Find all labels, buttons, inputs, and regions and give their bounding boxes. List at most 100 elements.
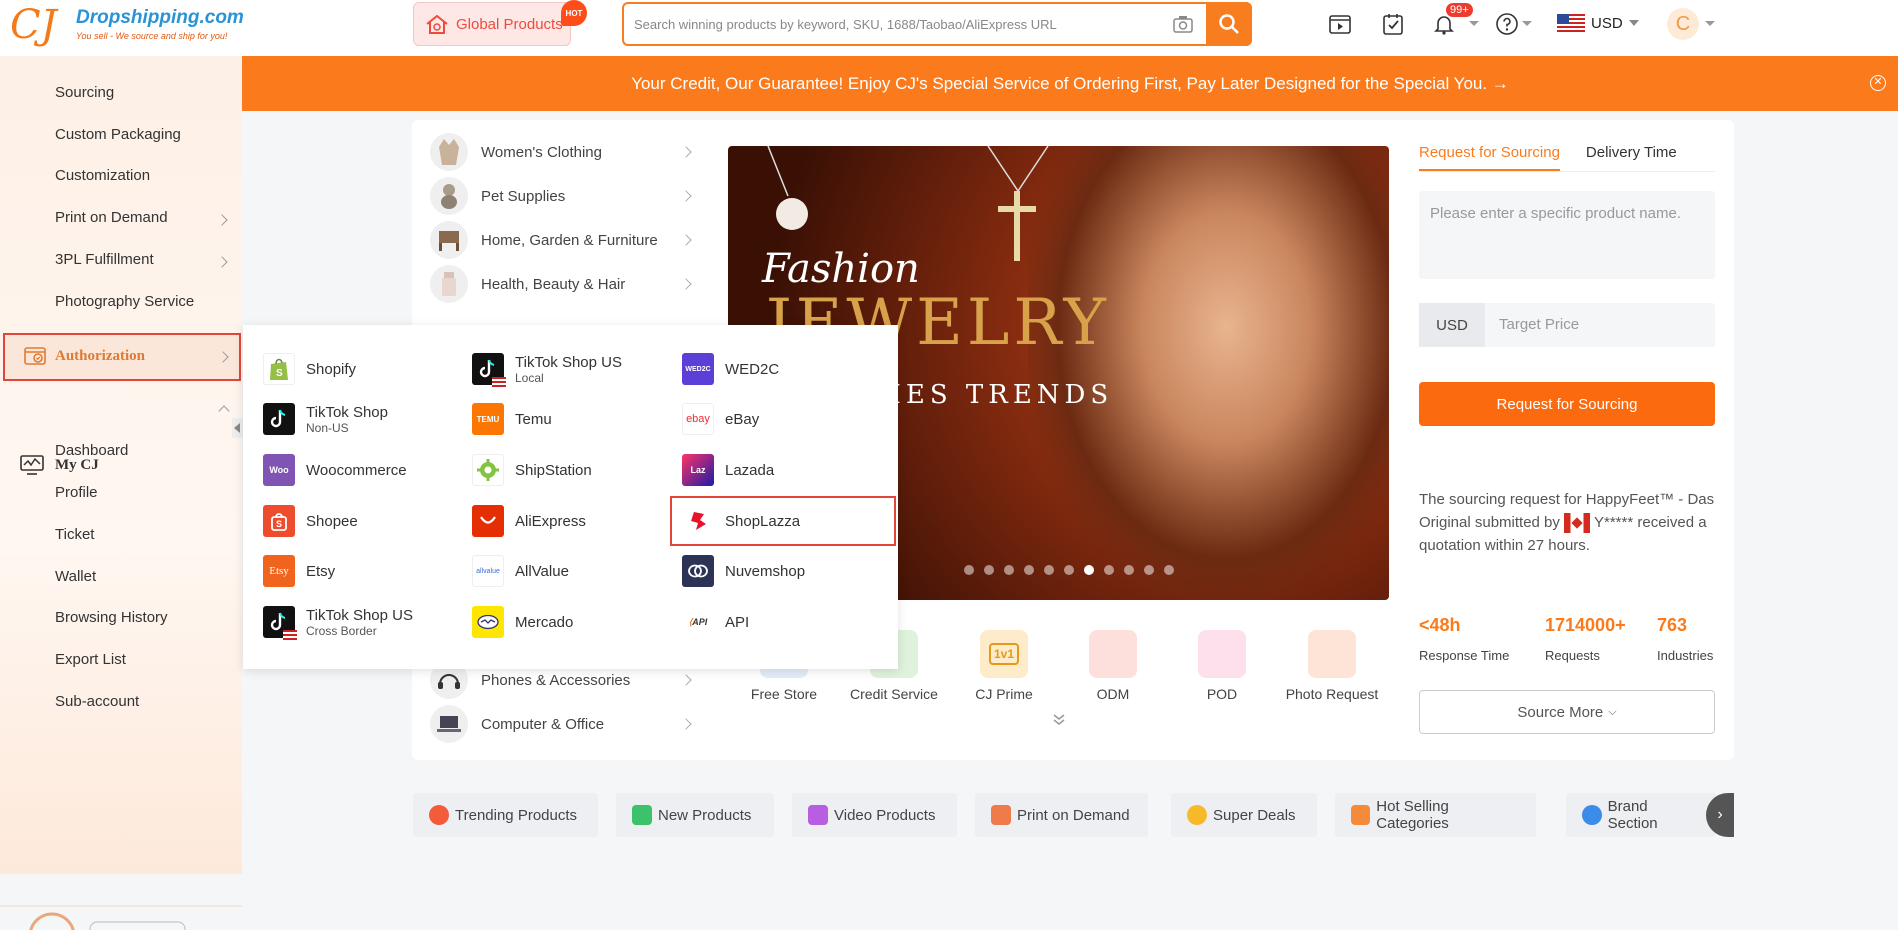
platform-ebay[interactable]: ebay eBay <box>682 401 882 437</box>
chevron-down-icon[interactable] <box>1468 18 1480 30</box>
platform-shopee[interactable]: S Shopee <box>263 503 463 539</box>
platform-name: API <box>725 613 750 631</box>
platform-mercado[interactable]: Mercado <box>472 604 672 640</box>
chevron-right-icon <box>680 278 692 290</box>
sidebar-item-print-on-demand[interactable]: Print on Demand <box>55 209 168 226</box>
carousel-dot[interactable] <box>1084 565 1094 575</box>
stat-response-time: <48h Response Time <box>1419 615 1509 663</box>
us-flag-icon <box>283 630 297 640</box>
platform-api[interactable]: ⟨ API API <box>682 604 882 640</box>
global-products-button[interactable]: Global Products <box>413 2 571 46</box>
sidebar-item-ticket[interactable]: Ticket <box>55 526 94 543</box>
platform-tiktok-shop-non-us[interactable]: TikTok Shop Non-US <box>263 401 463 437</box>
platform-aliexpress[interactable]: AliExpress <box>472 503 672 539</box>
sidebar-item-photography-service[interactable]: Photography Service <box>55 293 194 310</box>
sidebar-item-sourcing[interactable]: Sourcing <box>55 84 114 101</box>
sidebar-item-3pl-fulfillment[interactable]: 3PL Fulfillment <box>55 251 154 268</box>
chevron-down-icon[interactable] <box>1521 18 1533 30</box>
platform-nuvemshop[interactable]: Nuvemshop <box>682 553 882 589</box>
sidebar-item-sub-account[interactable]: Sub-account <box>55 693 139 710</box>
carousel-dot[interactable] <box>1024 565 1034 575</box>
mercado-icon <box>472 606 504 638</box>
category-health-beauty-hair[interactable]: Health, Beauty & Hair <box>430 264 700 304</box>
platform-temu[interactable]: TEMU Temu <box>472 401 672 437</box>
video-icon <box>808 805 828 825</box>
grid-icon <box>1351 805 1371 825</box>
carousel-dot[interactable] <box>964 565 974 575</box>
sidebar-item-wallet[interactable]: Wallet <box>55 568 96 585</box>
category-pet-supplies[interactable]: Pet Supplies <box>430 176 700 216</box>
carousel-dot[interactable] <box>1044 565 1054 575</box>
currency-selector[interactable]: USD <box>1557 14 1639 32</box>
source-more-button[interactable]: Source More ⌵ <box>1419 690 1715 734</box>
category-home-garden-furniture[interactable]: Home, Garden & Furniture <box>430 220 700 260</box>
service-pod[interactable]: POD <box>1172 630 1272 702</box>
tab-delivery-time[interactable]: Delivery Time <box>1586 144 1677 171</box>
platform-lazada[interactable]: Laz Lazada <box>682 452 882 488</box>
service-cj-prime[interactable]: 1v1 CJ Prime <box>954 630 1054 702</box>
sidebar-item-dashboard[interactable]: Dashboard <box>55 442 128 459</box>
platform-shipstation[interactable]: ShipStation <box>472 452 672 488</box>
stat-label: Industries <box>1657 648 1714 663</box>
carousel-dot[interactable] <box>1144 565 1154 575</box>
tab-super-deals[interactable]: Super Deals <box>1171 793 1317 837</box>
chevron-down-icon[interactable] <box>1704 18 1716 30</box>
help-icon[interactable] <box>1495 12 1519 36</box>
carousel-dot[interactable] <box>1164 565 1174 575</box>
platform-name: Lazada <box>725 461 775 479</box>
search-button[interactable] <box>1206 2 1252 46</box>
sourcing-tabs: Request for Sourcing Delivery Time <box>1419 144 1677 171</box>
tab-print-on-demand[interactable]: Print on Demand <box>975 793 1148 837</box>
service-odm[interactable]: ODM <box>1063 630 1163 702</box>
cross-necklace-image <box>987 146 1049 261</box>
close-icon[interactable]: ✕ <box>1870 75 1886 91</box>
sidebar-item-authorization[interactable]: Authorization <box>3 333 241 381</box>
sidebar-item-export-list[interactable]: Export List <box>55 651 126 668</box>
chevron-up-icon[interactable] <box>218 405 230 417</box>
service-label: POD <box>1206 686 1238 702</box>
target-price-field[interactable]: USD Target Price <box>1419 303 1715 347</box>
camera-icon[interactable] <box>1172 14 1194 34</box>
carousel-dot[interactable] <box>1124 565 1134 575</box>
sidebar-item-customization[interactable]: Customization <box>55 167 150 184</box>
search-input[interactable]: Search winning products by keyword, SKU,… <box>634 17 1057 32</box>
platform-shopify[interactable]: S Shopify <box>263 351 463 387</box>
svg-text:S: S <box>276 368 283 379</box>
logo[interactable]: CJ Dropshipping.com You sell - We source… <box>10 2 244 54</box>
tab-hot-selling-categories[interactable]: Hot Selling Categories <box>1335 793 1536 837</box>
sidebar-item-custom-packaging[interactable]: Custom Packaging <box>55 126 181 143</box>
video-icon[interactable] <box>1328 12 1352 36</box>
tab-request-sourcing[interactable]: Request for Sourcing <box>1419 144 1560 171</box>
request-sourcing-button[interactable]: Request for Sourcing <box>1419 382 1715 426</box>
platform-etsy[interactable]: Etsy Etsy <box>263 553 463 589</box>
avatar[interactable]: C <box>1667 8 1699 40</box>
service-photo-request[interactable]: Photo Request <box>1282 630 1382 702</box>
platform-tiktok-shop-us-local[interactable]: TikTok Shop US Local <box>472 351 672 387</box>
double-chevron-down-icon[interactable] <box>1052 713 1066 727</box>
task-check-icon[interactable] <box>1381 12 1405 36</box>
chevron-right-icon <box>217 351 229 363</box>
logo-name: Dropshipping.com <box>76 7 244 28</box>
tab-label: New Products <box>658 806 752 824</box>
carousel-dots[interactable] <box>964 565 1174 575</box>
platform-allvalue[interactable]: allvalue AllValue <box>472 553 672 589</box>
sidebar-item-profile[interactable]: Profile <box>55 484 98 501</box>
category-computer-office[interactable]: Computer & Office <box>430 704 700 744</box>
tab-brand-section[interactable]: Brand Section <box>1566 793 1716 837</box>
sidebar-item-browsing-history[interactable]: Browsing History <box>55 609 168 626</box>
carousel-dot[interactable] <box>1004 565 1014 575</box>
promo-banner[interactable]: Your Credit, Our Guarantee! Enjoy CJ's S… <box>242 56 1898 111</box>
carousel-dot[interactable] <box>984 565 994 575</box>
tab-video-products[interactable]: Video Products <box>792 793 957 837</box>
carousel-dot[interactable] <box>1064 565 1074 575</box>
tab-trending-products[interactable]: Trending Products <box>413 793 598 837</box>
platform-tiktok-shop-us-cross-border[interactable]: TikTok Shop US Cross Border <box>263 604 463 640</box>
platform-wed2c[interactable]: WED2C WED2C <box>682 351 882 387</box>
platform-woocommerce[interactable]: Woo Woocommerce <box>263 452 463 488</box>
category-womens-clothing[interactable]: Women's Clothing <box>430 132 700 172</box>
chevron-down-icon <box>1628 20 1639 26</box>
search-bar[interactable]: Search winning products by keyword, SKU,… <box>622 2 1252 46</box>
product-name-field[interactable]: Please enter a specific product name. <box>1419 191 1715 279</box>
tab-new-products[interactable]: New Products <box>616 793 774 837</box>
carousel-dot[interactable] <box>1104 565 1114 575</box>
